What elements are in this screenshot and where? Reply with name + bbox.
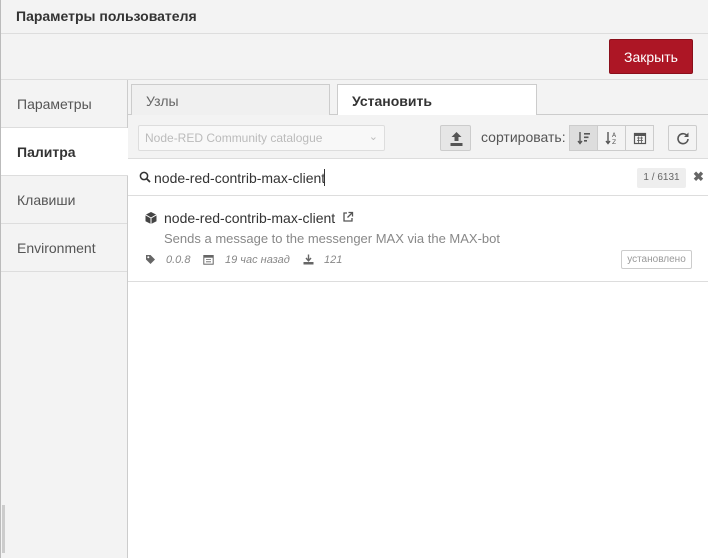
result-count-badge: 1 / 6131 [637,168,686,188]
chevron-down-icon: ⌄ [368,131,378,143]
external-link-icon[interactable] [342,211,354,223]
dialog-title: Параметры пользователя [1,0,708,34]
clear-search-icon[interactable]: ✖ [693,169,704,185]
user-settings-dialog: Параметры пользователя Закрыть Параметры… [0,0,708,558]
tab-install[interactable]: Установить [337,84,537,116]
palette-tabs: Узлы Установить [128,80,708,116]
alpha-sort-icon: A Z [604,132,617,145]
package-name: node-red-contrib-max-client [164,210,336,226]
calendar-icon [203,255,214,265]
upload-button[interactable] [440,125,471,151]
search-input[interactable] [154,167,624,189]
sort-label: сортировать: [481,129,566,145]
search-icon [139,171,151,183]
relevance-sort-icon [576,132,590,145]
package-version: 0.0.8 [166,254,191,266]
sort-date-button[interactable] [625,125,654,151]
tab-nodes[interactable]: Узлы [131,84,330,116]
package-updated: 19 час назад [225,254,290,266]
search-bar: 1 / 6131 ✖ [128,159,708,196]
date-sort-icon [633,132,646,145]
svg-text:Z: Z [612,139,616,145]
package-description: Sends a message to the messenger MAX via… [164,231,501,246]
settings-sidebar: Параметры Палитра Клавиши Environment [1,80,128,558]
palette-content: Узлы Установить Node-RED Community catal… [128,80,708,558]
sidebar-item-keys[interactable]: Клавиши [1,176,127,224]
catalog-select[interactable]: Node-RED Community catalogue ⌄ [138,125,385,151]
sidebar-item-parameters[interactable]: Параметры [1,80,127,128]
download-icon [303,254,314,265]
close-button[interactable]: Закрыть [609,39,693,74]
sort-alpha-button[interactable]: A Z [597,125,626,151]
refresh-icon [676,132,689,145]
tag-icon [146,255,155,264]
sort-button-group: A Z [569,125,654,151]
svg-text:A: A [612,132,617,139]
resize-handle[interactable] [2,505,5,553]
sort-relevance-button[interactable] [569,125,598,151]
catalog-select-value: Node-RED Community catalogue [145,131,323,145]
sidebar-item-environment[interactable]: Environment [1,224,127,272]
sidebar-item-palette[interactable]: Палитра [1,128,128,176]
dialog-toolbar: Закрыть [1,34,708,80]
install-filterbar: Node-RED Community catalogue ⌄ сортирова… [128,115,708,159]
refresh-button[interactable] [668,125,697,151]
package-downloads: 121 [324,254,343,266]
list-item[interactable]: node-red-contrib-max-client Sends a mess… [128,196,708,282]
installed-badge: установлено [621,250,692,269]
text-caret [324,169,325,186]
cube-icon [145,212,157,224]
upload-icon [450,132,463,146]
